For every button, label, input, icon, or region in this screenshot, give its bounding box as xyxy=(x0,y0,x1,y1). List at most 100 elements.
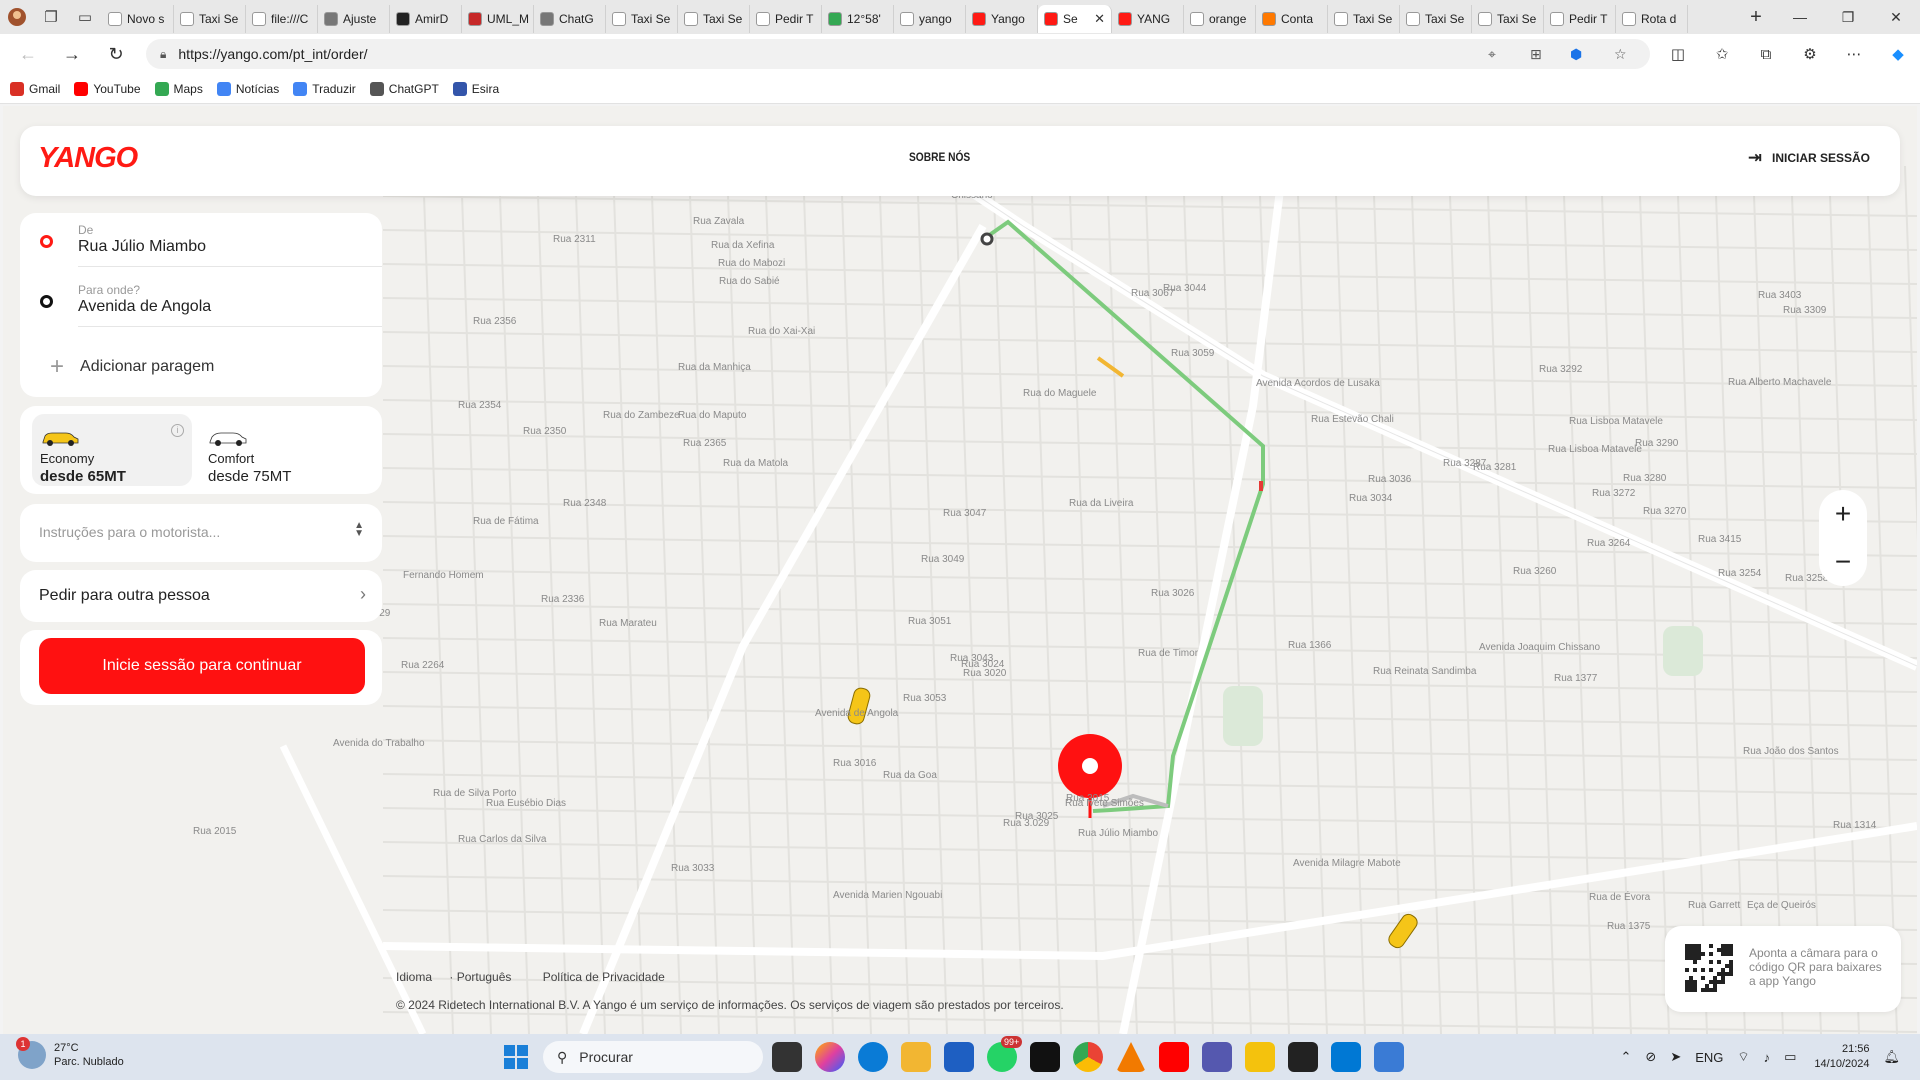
login-to-continue-button[interactable]: Inicie sessão para continuar xyxy=(39,638,365,694)
from-field[interactable]: De Rua Júlio Miambo xyxy=(40,217,362,265)
clock[interactable]: 21:56 14/10/2024 xyxy=(1814,1042,1869,1072)
refresh-icon[interactable]: ↻ xyxy=(94,34,138,74)
url-text[interactable]: https://yango.com/pt_int/order/ xyxy=(178,46,367,62)
copilot-app-icon[interactable] xyxy=(815,1042,845,1072)
terminal-icon[interactable] xyxy=(1288,1042,1318,1072)
from-value[interactable]: Rua Júlio Miambo xyxy=(78,238,206,256)
battery-icon[interactable]: ▭ xyxy=(1784,1049,1796,1065)
address-bar[interactable]: 🔒︎ https://yango.com/pt_int/order/ ⌖ ⊞ ⬢… xyxy=(146,39,1650,69)
profile-icon[interactable] xyxy=(0,0,34,34)
file-explorer-icon[interactable] xyxy=(901,1042,931,1072)
bookmark-item[interactable]: ChatGPT xyxy=(369,81,439,96)
maximize-icon[interactable]: ❐ xyxy=(1824,0,1872,34)
whatsapp-icon[interactable]: 99+ xyxy=(987,1036,1023,1072)
browser-tab[interactable]: Taxi Se xyxy=(1472,5,1544,33)
store-icon[interactable] xyxy=(944,1042,974,1072)
start-icon[interactable] xyxy=(504,1045,528,1069)
zoom-in-button[interactable]: + xyxy=(1819,490,1867,538)
browser-tab[interactable]: 12°58' xyxy=(822,5,894,33)
browser-tab[interactable]: Novo s xyxy=(102,5,174,33)
browser-tab[interactable]: Taxi Se xyxy=(678,5,750,33)
language-indicator[interactable]: ENG xyxy=(1695,1050,1723,1065)
bookmark-item[interactable]: YouTube xyxy=(74,81,141,96)
more-icon[interactable]: ⋯ xyxy=(1832,34,1876,74)
lock-icon[interactable]: 🔒︎ xyxy=(160,47,166,62)
zoom-out-button[interactable]: − xyxy=(1819,538,1867,586)
browser-tab[interactable]: UML_M xyxy=(462,5,534,33)
extensions-icon[interactable]: ⚙ xyxy=(1788,34,1832,74)
browser-tab[interactable]: Conta xyxy=(1256,5,1328,33)
vscode-icon[interactable] xyxy=(1331,1042,1361,1072)
teams-icon[interactable] xyxy=(1202,1042,1232,1072)
shield-icon[interactable]: ⬢ xyxy=(1570,46,1582,63)
browser-tab[interactable]: Taxi Se xyxy=(606,5,678,33)
login-link[interactable]: ⇥ INICIAR SESSÃO xyxy=(1748,148,1870,168)
minimize-icon[interactable]: — xyxy=(1776,0,1824,34)
browser-tab[interactable]: YANG xyxy=(1112,5,1184,33)
browser-tab[interactable]: Rota d xyxy=(1616,5,1688,33)
tariff-economy[interactable]: i Economy desde 65MT xyxy=(32,414,192,486)
new-tab-button[interactable]: + xyxy=(1736,6,1776,29)
browser-tab[interactable]: ChatG xyxy=(534,5,606,33)
weather-widget[interactable]: 1 27°C Parc. Nublado xyxy=(16,1037,124,1069)
info-icon[interactable]: i xyxy=(171,424,184,437)
youtube-icon[interactable] xyxy=(1159,1042,1189,1072)
browser-tab[interactable]: AmirD xyxy=(390,5,462,33)
add-stop-button[interactable]: + Adicionar paragem xyxy=(50,353,214,381)
edge-icon[interactable] xyxy=(858,1042,888,1072)
notification-bell-icon[interactable]: 🔔︎ xyxy=(1883,1049,1900,1065)
favorite-star-icon[interactable]: ☆ xyxy=(1614,46,1627,63)
notepad-icon[interactable] xyxy=(1374,1042,1404,1072)
yango-logo[interactable]: YANGO xyxy=(38,142,138,175)
taskbar-search[interactable]: ⚲ Procurar xyxy=(543,1041,763,1073)
browser-tab[interactable]: Pedir T xyxy=(750,5,822,33)
browser-tab[interactable]: Ajuste xyxy=(318,5,390,33)
instructions-field[interactable]: Instruções para o motorista... ▲ ▼ xyxy=(20,504,382,562)
intellij-icon[interactable] xyxy=(1030,1042,1060,1072)
copilot-icon[interactable]: ◆ xyxy=(1876,34,1920,74)
vlc-icon[interactable] xyxy=(1116,1042,1146,1072)
close-window-icon[interactable]: ✕ xyxy=(1872,0,1920,34)
browser-tab[interactable]: Se ✕ xyxy=(1038,5,1112,33)
tab-actions-icon[interactable]: ▭ xyxy=(68,0,102,34)
browser-tab[interactable]: yango xyxy=(894,5,966,33)
chevron-up-icon[interactable]: ⌃ xyxy=(1621,1049,1632,1065)
close-tab-icon[interactable]: ✕ xyxy=(1094,11,1105,27)
to-field[interactable]: Para onde? Avenida de Angola xyxy=(40,277,362,325)
back-icon[interactable]: ← xyxy=(6,34,50,74)
location-icon[interactable]: ⌖ xyxy=(1488,46,1496,63)
volume-icon[interactable]: ♪ xyxy=(1764,1050,1771,1065)
bookmark-item[interactable]: Esira xyxy=(452,81,499,96)
about-link[interactable]: SOBRE NÓS xyxy=(909,150,970,164)
send-icon[interactable]: ➤ xyxy=(1670,1049,1681,1065)
app-icon[interactable] xyxy=(1245,1042,1275,1072)
favorites-icon[interactable]: ✩ xyxy=(1700,34,1744,74)
language-link[interactable]: Idioma · Português xyxy=(396,970,525,984)
split-screen-icon[interactable]: ◫ xyxy=(1656,34,1700,74)
browser-tab[interactable]: Taxi Se xyxy=(1328,5,1400,33)
forward-icon[interactable]: → xyxy=(50,34,94,74)
tariff-comfort[interactable]: Comfort desde 75MT xyxy=(200,414,360,486)
browser-tab[interactable]: Taxi Se xyxy=(1400,5,1472,33)
browser-tab[interactable]: Pedir T xyxy=(1544,5,1616,33)
browser-tab[interactable]: Yango xyxy=(966,5,1038,33)
collections-icon[interactable]: ⧉ xyxy=(1744,34,1788,74)
bookmark-item[interactable]: Traduzir xyxy=(293,81,356,96)
to-value[interactable]: Avenida de Angola xyxy=(78,298,211,316)
bookmark-item[interactable]: Gmail xyxy=(10,81,60,96)
order-for-other-button[interactable]: Pedir para outra pessoa › xyxy=(20,570,382,622)
bookmark-item[interactable]: Maps xyxy=(154,81,203,96)
browser-tab[interactable]: orange xyxy=(1184,5,1256,33)
privacy-link[interactable]: Política de Privacidade xyxy=(543,970,665,984)
task-view-icon[interactable] xyxy=(772,1042,802,1072)
app-available-icon[interactable]: ⊞ xyxy=(1530,46,1542,63)
browser-tab[interactable]: Taxi Se xyxy=(174,5,246,33)
sync-icon[interactable]: ⊘ xyxy=(1645,1049,1656,1065)
chrome-icon[interactable] xyxy=(1073,1042,1103,1072)
wifi-icon[interactable]: ⌔ xyxy=(1737,1049,1749,1065)
bookmark-item[interactable]: Notícias xyxy=(216,81,279,96)
expand-icon[interactable]: ▲ ▼ xyxy=(354,521,364,539)
workspaces-icon[interactable]: ❐ xyxy=(34,0,68,34)
instructions-placeholder[interactable]: Instruções para o motorista... xyxy=(39,524,220,540)
browser-tab[interactable]: file:///C xyxy=(246,5,318,33)
